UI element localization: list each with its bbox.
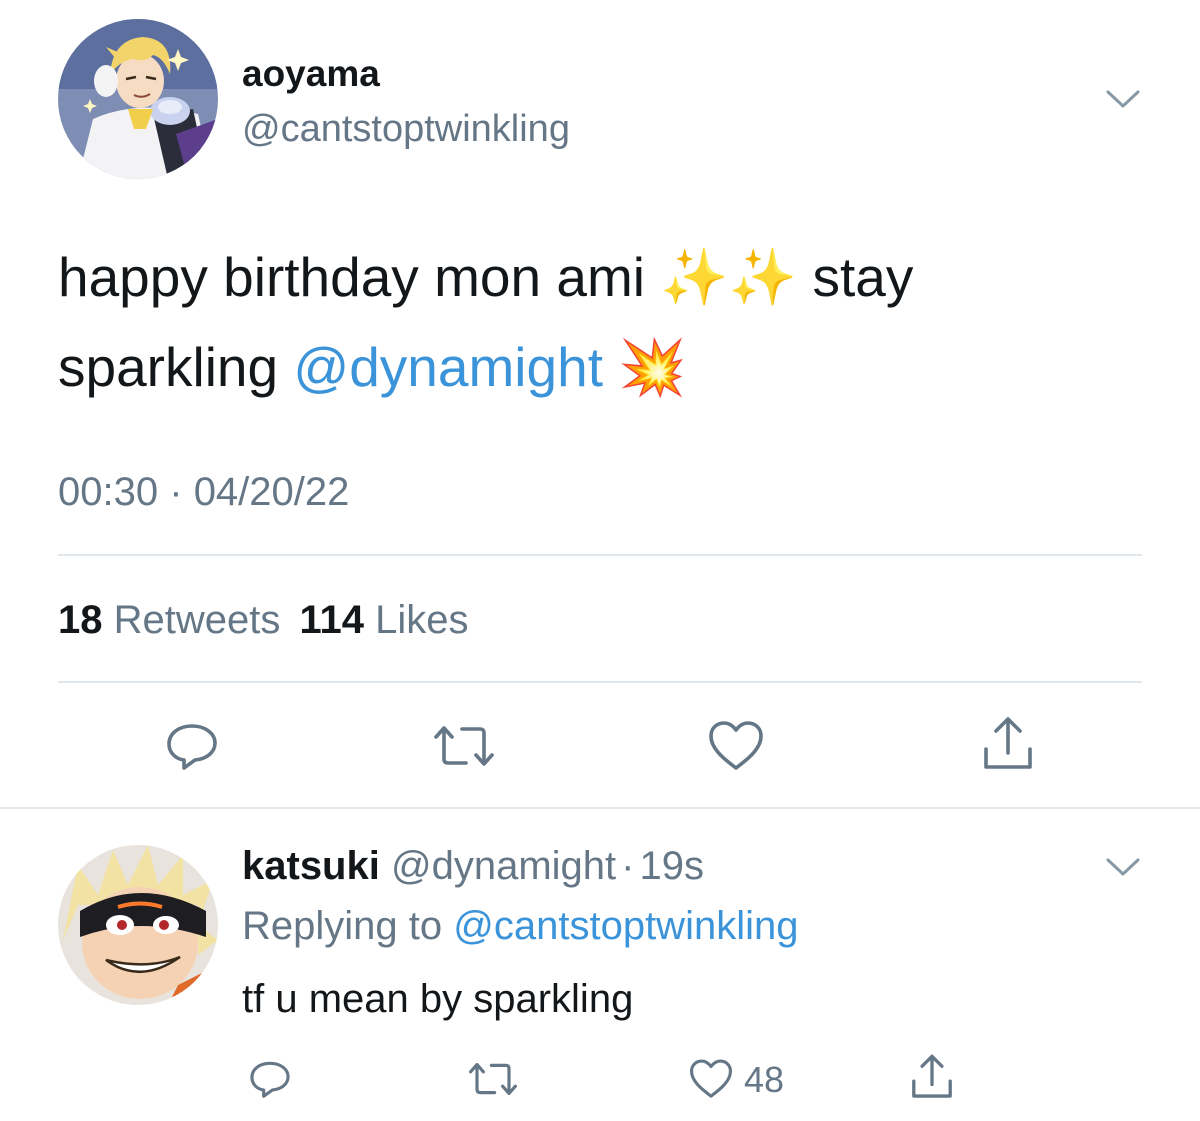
chevron-down-icon[interactable] (1103, 84, 1143, 114)
chevron-down-icon[interactable] (1103, 852, 1143, 882)
replying-to-handle[interactable]: @cantstoptwinkling (453, 904, 798, 948)
mention-link[interactable]: @dynamight (293, 336, 603, 398)
reply-header: katsuki @dynamight · 19s (242, 842, 704, 890)
author-name[interactable]: aoyama (242, 52, 380, 96)
tweet-timestamp[interactable]: 00:30 · 04/20/22 (58, 468, 349, 516)
tweet-text: happy birthday mon ami ✨✨ stay sparkling… (58, 232, 1148, 412)
likes-label: Likes (375, 598, 469, 642)
tweet-text-part3: sparkling (58, 336, 279, 398)
tweet-text-part2: stay (812, 246, 914, 308)
share-icon[interactable] (906, 1052, 958, 1102)
collision-emoji: 💥 (618, 336, 687, 398)
heart-icon[interactable] (704, 716, 768, 776)
retweet-icon[interactable] (466, 1058, 520, 1100)
tweet-text-part1: happy birthday mon ami (58, 246, 645, 308)
retweets-label: Retweets (113, 598, 281, 642)
reply-separator: · (621, 844, 635, 888)
reply-like-count: 48 (744, 1059, 785, 1100)
divider (0, 807, 1200, 809)
share-icon[interactable] (976, 714, 1040, 774)
tweet-time: 00:30 (58, 470, 159, 514)
tweet-stats: 18 Retweets 114 Likes (58, 596, 469, 644)
author-handle[interactable]: @cantstoptwinkling (242, 106, 570, 152)
divider (58, 681, 1142, 683)
reply-icon[interactable] (246, 1056, 294, 1102)
retweets-stat[interactable]: 18 Retweets (58, 598, 292, 642)
reply-text: tf u mean by sparkling (242, 977, 634, 1021)
katsuki-avatar[interactable] (58, 845, 218, 1005)
retweet-icon[interactable] (432, 718, 496, 774)
replying-to: Replying to @cantstoptwinkling (242, 902, 798, 950)
aoyama-avatar[interactable] (58, 19, 218, 179)
reply-time[interactable]: 19s (639, 844, 704, 888)
timestamp-separator: · (169, 470, 183, 514)
reply-icon[interactable] (160, 718, 224, 774)
likes-stat[interactable]: 114 Likes (300, 598, 469, 642)
likes-count: 114 (299, 598, 365, 642)
sparkles-emoji: ✨ (728, 246, 798, 308)
tweet-date: 04/20/22 (193, 470, 350, 514)
retweets-count: 18 (58, 598, 103, 642)
replying-to-label: Replying to (242, 904, 443, 948)
divider (58, 554, 1142, 556)
reply-author-handle[interactable]: @dynamight (391, 844, 616, 888)
sparkles-emoji: ✨ (660, 246, 729, 308)
heart-icon[interactable] (686, 1056, 736, 1102)
reply-author-name[interactable]: katsuki (242, 844, 380, 888)
